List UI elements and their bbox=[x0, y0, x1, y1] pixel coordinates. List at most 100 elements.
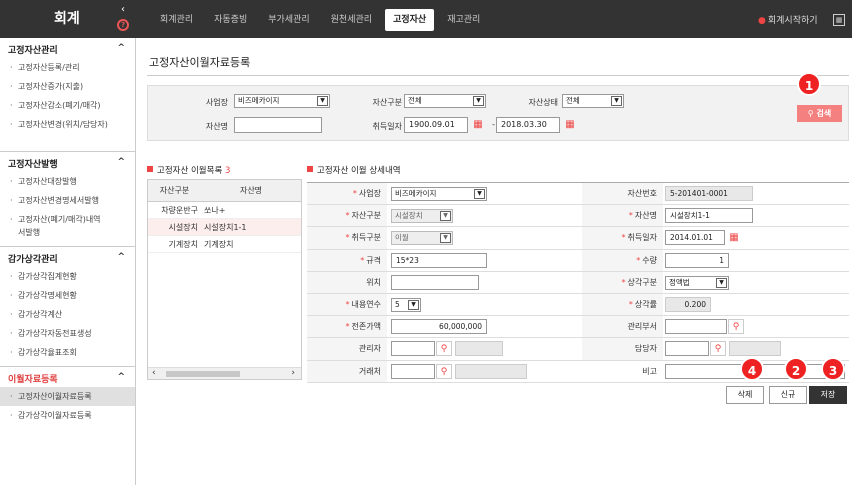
search-filter-panel: 사업장 비즈메카이지 ▼ 자산구분 전체 ▼ 자산상태 전체 ▼ 자산명 취득일자 1… bbox=[147, 85, 849, 141]
dept-field[interactable] bbox=[665, 319, 727, 335]
help-icon[interactable]: ? bbox=[117, 19, 129, 31]
spec-label: * 규격 bbox=[307, 249, 387, 271]
asset-name-field[interactable]: 시설장치1-1 bbox=[665, 208, 753, 224]
owner-field[interactable] bbox=[665, 341, 709, 357]
life-select[interactable]: 5 ▼ bbox=[391, 297, 421, 312]
acq-date-field[interactable]: 2014.01.01 bbox=[665, 230, 725, 246]
search-button-label: 검색 bbox=[816, 109, 832, 118]
asset-type-select[interactable]: 전체 ▼ bbox=[404, 94, 486, 108]
sidebar-section-title[interactable]: 감가상각관리 bbox=[0, 253, 135, 267]
list-section-title: 고정자산 이월목록 3 bbox=[147, 164, 230, 176]
callout-badge-2: 2 bbox=[784, 357, 808, 381]
cell: 기계장치 bbox=[168, 240, 198, 249]
start-accounting-link[interactable]: ● 회계시작하기 bbox=[758, 13, 818, 26]
calendar-icon[interactable]: ▦ bbox=[470, 117, 486, 133]
chevron-down-icon: ▼ bbox=[474, 189, 485, 199]
sidebar-item[interactable]: 고정자산(폐기/매각)내역서발행 bbox=[0, 210, 115, 242]
search-icon[interactable]: ⚲ bbox=[436, 341, 452, 357]
asset-name-input[interactable] bbox=[234, 117, 322, 133]
tab-accounting[interactable]: 회계관리 bbox=[152, 9, 201, 31]
date-separator: - bbox=[492, 120, 495, 129]
prev-amount-label: * 전존가액 bbox=[307, 316, 387, 338]
calendar-icon[interactable]: ▦ bbox=[562, 117, 578, 133]
chevron-up-icon[interactable]: ^ bbox=[117, 372, 125, 382]
calculator-icon[interactable]: ▦ bbox=[833, 14, 845, 26]
save-button[interactable]: 저장 bbox=[809, 386, 847, 404]
search-icon[interactable]: ⚲ bbox=[436, 363, 452, 379]
list-row[interactable]: 기계장치 기계장치 bbox=[148, 236, 301, 253]
sidebar-section-carryover: 이월자료등록 ^ 고정자산이월자료등록 감가상각이월자료등록 bbox=[0, 367, 135, 429]
spec-field[interactable]: 15*23 bbox=[391, 252, 487, 268]
list-count: 3 bbox=[224, 166, 231, 176]
scroll-left-icon[interactable]: ‹ bbox=[152, 368, 156, 378]
detail-site-select[interactable]: 비즈메카이지 ▼ bbox=[391, 187, 487, 201]
asset-type-label: * 자산구분 bbox=[307, 205, 387, 227]
note-label: 비고 bbox=[582, 360, 663, 382]
calendar-icon[interactable]: ▦ bbox=[726, 230, 742, 246]
asset-list: 자산구분 자산명 차량운반구 쏘나+ 시설장치 시설장치1-1 기계장치 기계장치 ‹… bbox=[147, 179, 302, 380]
site-select-value: 비즈메카이지 bbox=[238, 96, 280, 105]
sidebar-item[interactable]: 감가상각자동전표생성 bbox=[0, 324, 135, 343]
sidebar-section-title[interactable]: 이월자료등록 bbox=[0, 373, 135, 387]
sidebar-section-asset-management: 고정자산관리 ^ 고정자산등록/관리 고정자산증가(지출) 고정자산감소(폐기/… bbox=[0, 38, 135, 152]
owner-label: 담당자 bbox=[582, 338, 663, 360]
scroll-right-icon[interactable]: › bbox=[291, 368, 295, 378]
sidebar-item[interactable]: 고정자산증가(지출) bbox=[0, 77, 135, 96]
manager-name-field bbox=[455, 341, 503, 357]
vendor-field[interactable] bbox=[391, 363, 435, 379]
sidebar-item[interactable]: 감가상각계산 bbox=[0, 305, 135, 324]
new-button[interactable]: 신규 bbox=[769, 386, 807, 404]
sidebar-collapse-button[interactable]: ‹ ? bbox=[114, 3, 132, 35]
chevron-up-icon[interactable]: ^ bbox=[117, 252, 125, 262]
list-header: 자산구분 자산명 bbox=[148, 180, 301, 202]
cell: 쏘나+ bbox=[204, 206, 226, 215]
sidebar-item[interactable]: 고정자산대장발행 bbox=[0, 172, 135, 191]
sidebar-item[interactable]: 감가상각이월자료등록 bbox=[0, 406, 135, 425]
sidebar-section-title[interactable]: 고정자산관리 bbox=[0, 44, 135, 58]
search-icon[interactable]: ⚲ bbox=[710, 341, 726, 357]
tab-auto-evidence[interactable]: 자동증빙 bbox=[206, 9, 255, 31]
qty-field[interactable]: 1 bbox=[665, 252, 729, 268]
column-header: 자산구분 bbox=[159, 186, 190, 195]
sidebar-item[interactable]: 감가상각집계현황 bbox=[0, 267, 135, 286]
location-field[interactable] bbox=[391, 274, 479, 290]
delete-button[interactable]: 삭제 bbox=[726, 386, 764, 404]
dep-method-select[interactable]: 정액법 ▼ bbox=[665, 275, 729, 290]
cell: 차량운반구 bbox=[161, 206, 198, 215]
vendor-label: 거래처 bbox=[307, 360, 387, 382]
life-label: * 내용연수 bbox=[307, 293, 387, 316]
sidebar-item[interactable]: 고정자산변경명세서발행 bbox=[0, 191, 135, 210]
sidebar-item[interactable]: 고정자산감소(폐기/매각) bbox=[0, 96, 135, 115]
tab-vat[interactable]: 부가세관리 bbox=[260, 9, 317, 31]
sidebar-section-title[interactable]: 고정자산발행 bbox=[0, 158, 135, 172]
sidebar-item-active[interactable]: 고정자산이월자료등록 bbox=[0, 387, 135, 406]
date-from-input[interactable]: 1900.09.01 bbox=[404, 117, 468, 133]
asset-status-select[interactable]: 전체 ▼ bbox=[562, 94, 624, 108]
dep-rate-field: 0.200 bbox=[665, 296, 711, 312]
sidebar-item[interactable]: 감가상각율표조회 bbox=[0, 343, 135, 362]
acq-date-label: 취득일자 bbox=[372, 122, 402, 131]
date-to-input[interactable]: 2018.03.30 bbox=[496, 117, 560, 133]
sidebar-item[interactable]: 고정자산등록/관리 bbox=[0, 58, 135, 77]
tab-inventory[interactable]: 재고관리 bbox=[439, 9, 488, 31]
chevron-up-icon[interactable]: ^ bbox=[117, 157, 125, 167]
detail-asset-type-select[interactable]: 시설장치 ▼ bbox=[391, 209, 453, 224]
search-icon[interactable]: ⚲ bbox=[728, 319, 744, 335]
tab-fixed-assets[interactable]: 고정자산 bbox=[385, 9, 435, 31]
sidebar-item[interactable]: 감가상각명세현황 bbox=[0, 286, 135, 305]
sidebar-item[interactable]: 고정자산변경(위치/담당자) bbox=[0, 115, 120, 147]
list-row-selected[interactable]: 시설장치 시설장치1-1 bbox=[148, 219, 301, 236]
list-row[interactable]: 차량운반구 쏘나+ bbox=[148, 202, 301, 219]
qty-label: * 수량 bbox=[582, 249, 663, 271]
site-select[interactable]: 비즈메카이지 ▼ bbox=[234, 94, 330, 108]
scroll-thumb[interactable] bbox=[166, 371, 240, 377]
tab-withholding[interactable]: 원천세관리 bbox=[323, 9, 380, 31]
prev-amount-field[interactable]: 60,000,000 bbox=[391, 319, 487, 335]
horizontal-scrollbar[interactable]: ‹ › bbox=[148, 367, 301, 379]
chevron-up-icon[interactable]: ^ bbox=[117, 43, 125, 53]
search-button[interactable]: ⚲ 검색 bbox=[797, 105, 842, 122]
asset-status-select-value: 전체 bbox=[566, 96, 580, 105]
location-label: 위치 bbox=[307, 271, 387, 293]
manager-field[interactable] bbox=[391, 341, 435, 357]
detail-acq-type-select[interactable]: 이월 ▼ bbox=[391, 231, 453, 246]
